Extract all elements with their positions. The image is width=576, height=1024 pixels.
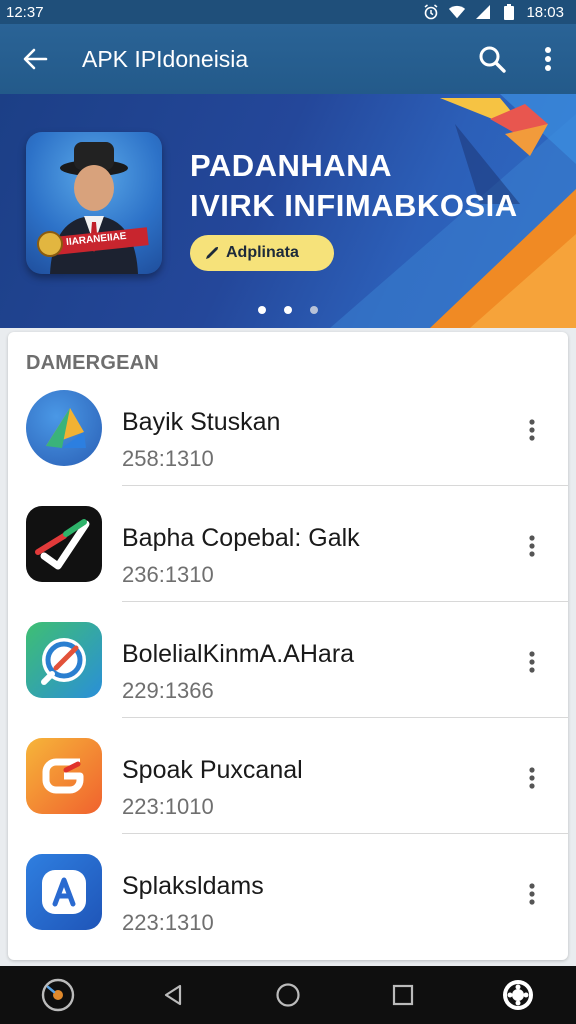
more-vert-icon: [529, 767, 535, 789]
banner-page-indicator: [0, 306, 576, 314]
nav-home-button[interactable]: [258, 966, 318, 1024]
more-vert-icon: [529, 535, 535, 557]
nav-recents-button[interactable]: [373, 966, 433, 1024]
app-meta: 229:1366: [122, 678, 214, 703]
list-item[interactable]: Bapha Copebal: Galk 236:1310: [8, 486, 568, 602]
more-vert-icon: [529, 883, 535, 905]
nav-home-icon: [276, 983, 300, 1007]
list-item[interactable]: Splaksldams 223:1310: [8, 834, 568, 950]
app-meta: 223:1010: [122, 794, 214, 819]
list-item[interactable]: Bayik Stuskan 258:1310: [8, 370, 568, 486]
system-nav-bar: [0, 966, 576, 1024]
more-vert-icon: [545, 47, 551, 71]
app-meta: 223:1310: [122, 910, 214, 935]
item-more-button[interactable]: [512, 758, 552, 798]
banner-title-line1: PADANHANA: [190, 148, 392, 183]
app-icon-blue-arrow: [26, 390, 102, 466]
app-name: Bapha Copebal: Galk: [122, 524, 360, 552]
back-button[interactable]: [0, 24, 70, 94]
app-name: Splaksldams: [122, 872, 264, 900]
app-list-card: DAMERGEAN Bayik Stuskan 258:1310 Bapha C…: [8, 332, 568, 960]
app-icon-black-check: [26, 506, 102, 582]
promo-banner[interactable]: IIARANEIIAE PADANHANA IVIRK INFIMABKOSIA…: [0, 94, 576, 328]
app-meta: 236:1310: [122, 562, 214, 587]
nav-back-button[interactable]: [143, 966, 203, 1024]
wifi-icon: [448, 3, 466, 21]
list-item[interactable]: BolelialKinmA.AHara 229:1366: [8, 602, 568, 718]
app-name: Bayik Stuskan: [122, 408, 281, 436]
banner-feature-image: IIARANEIIAE: [26, 132, 162, 274]
page-dot-3[interactable]: [310, 306, 318, 314]
app-meta: 258:1310: [122, 446, 214, 471]
app-bar: APK IPIdoneisia: [0, 24, 576, 94]
status-time-left: 12:37: [6, 3, 44, 21]
rocket-icon: [206, 247, 218, 259]
search-icon: [479, 46, 506, 73]
app-name: BolelialKinmA.AHara: [122, 640, 355, 668]
more-vert-icon: [529, 419, 535, 441]
person-illustration: [37, 142, 149, 274]
app-launcher-button[interactable]: [28, 966, 88, 1024]
nav-recents-icon: [393, 984, 414, 1006]
item-more-button[interactable]: [512, 410, 552, 450]
settings-gear-icon: [503, 980, 534, 1010]
page-dot-1[interactable]: [258, 306, 266, 314]
battery-icon: [500, 3, 518, 21]
item-more-button[interactable]: [512, 642, 552, 682]
signal-icon: [474, 3, 492, 21]
page-dot-2[interactable]: [284, 306, 292, 314]
more-vert-icon: [529, 651, 535, 673]
item-more-button[interactable]: [512, 874, 552, 914]
status-icons: 18:03: [422, 3, 564, 21]
app-icon-blue-a: [26, 854, 102, 930]
status-bar: 12:37 18:03: [0, 0, 576, 24]
app-name: Spoak Puxcanal: [122, 756, 303, 784]
app-title: APK IPIdoneisia: [82, 45, 249, 72]
overflow-menu-button[interactable]: [520, 24, 576, 94]
banner-chip-button[interactable]: Adplinata: [190, 235, 334, 271]
app-icon-compass: [26, 622, 102, 698]
alarm-icon: [422, 3, 440, 21]
banner-chip-label: Adplinata: [226, 244, 299, 261]
settings-button[interactable]: [488, 966, 548, 1024]
list-item[interactable]: Spoak Puxcanal 223:1010: [8, 718, 568, 834]
app-launcher-icon: [41, 978, 74, 1012]
search-button[interactable]: [464, 24, 520, 94]
item-more-button[interactable]: [512, 526, 552, 566]
back-icon: [23, 48, 48, 70]
banner-title-line2: IVIRK INFIMABKOSIA: [190, 188, 518, 223]
app-icon-orange-g: [26, 738, 102, 814]
nav-back-icon: [164, 984, 181, 1006]
status-time-right: 18:03: [526, 3, 564, 21]
